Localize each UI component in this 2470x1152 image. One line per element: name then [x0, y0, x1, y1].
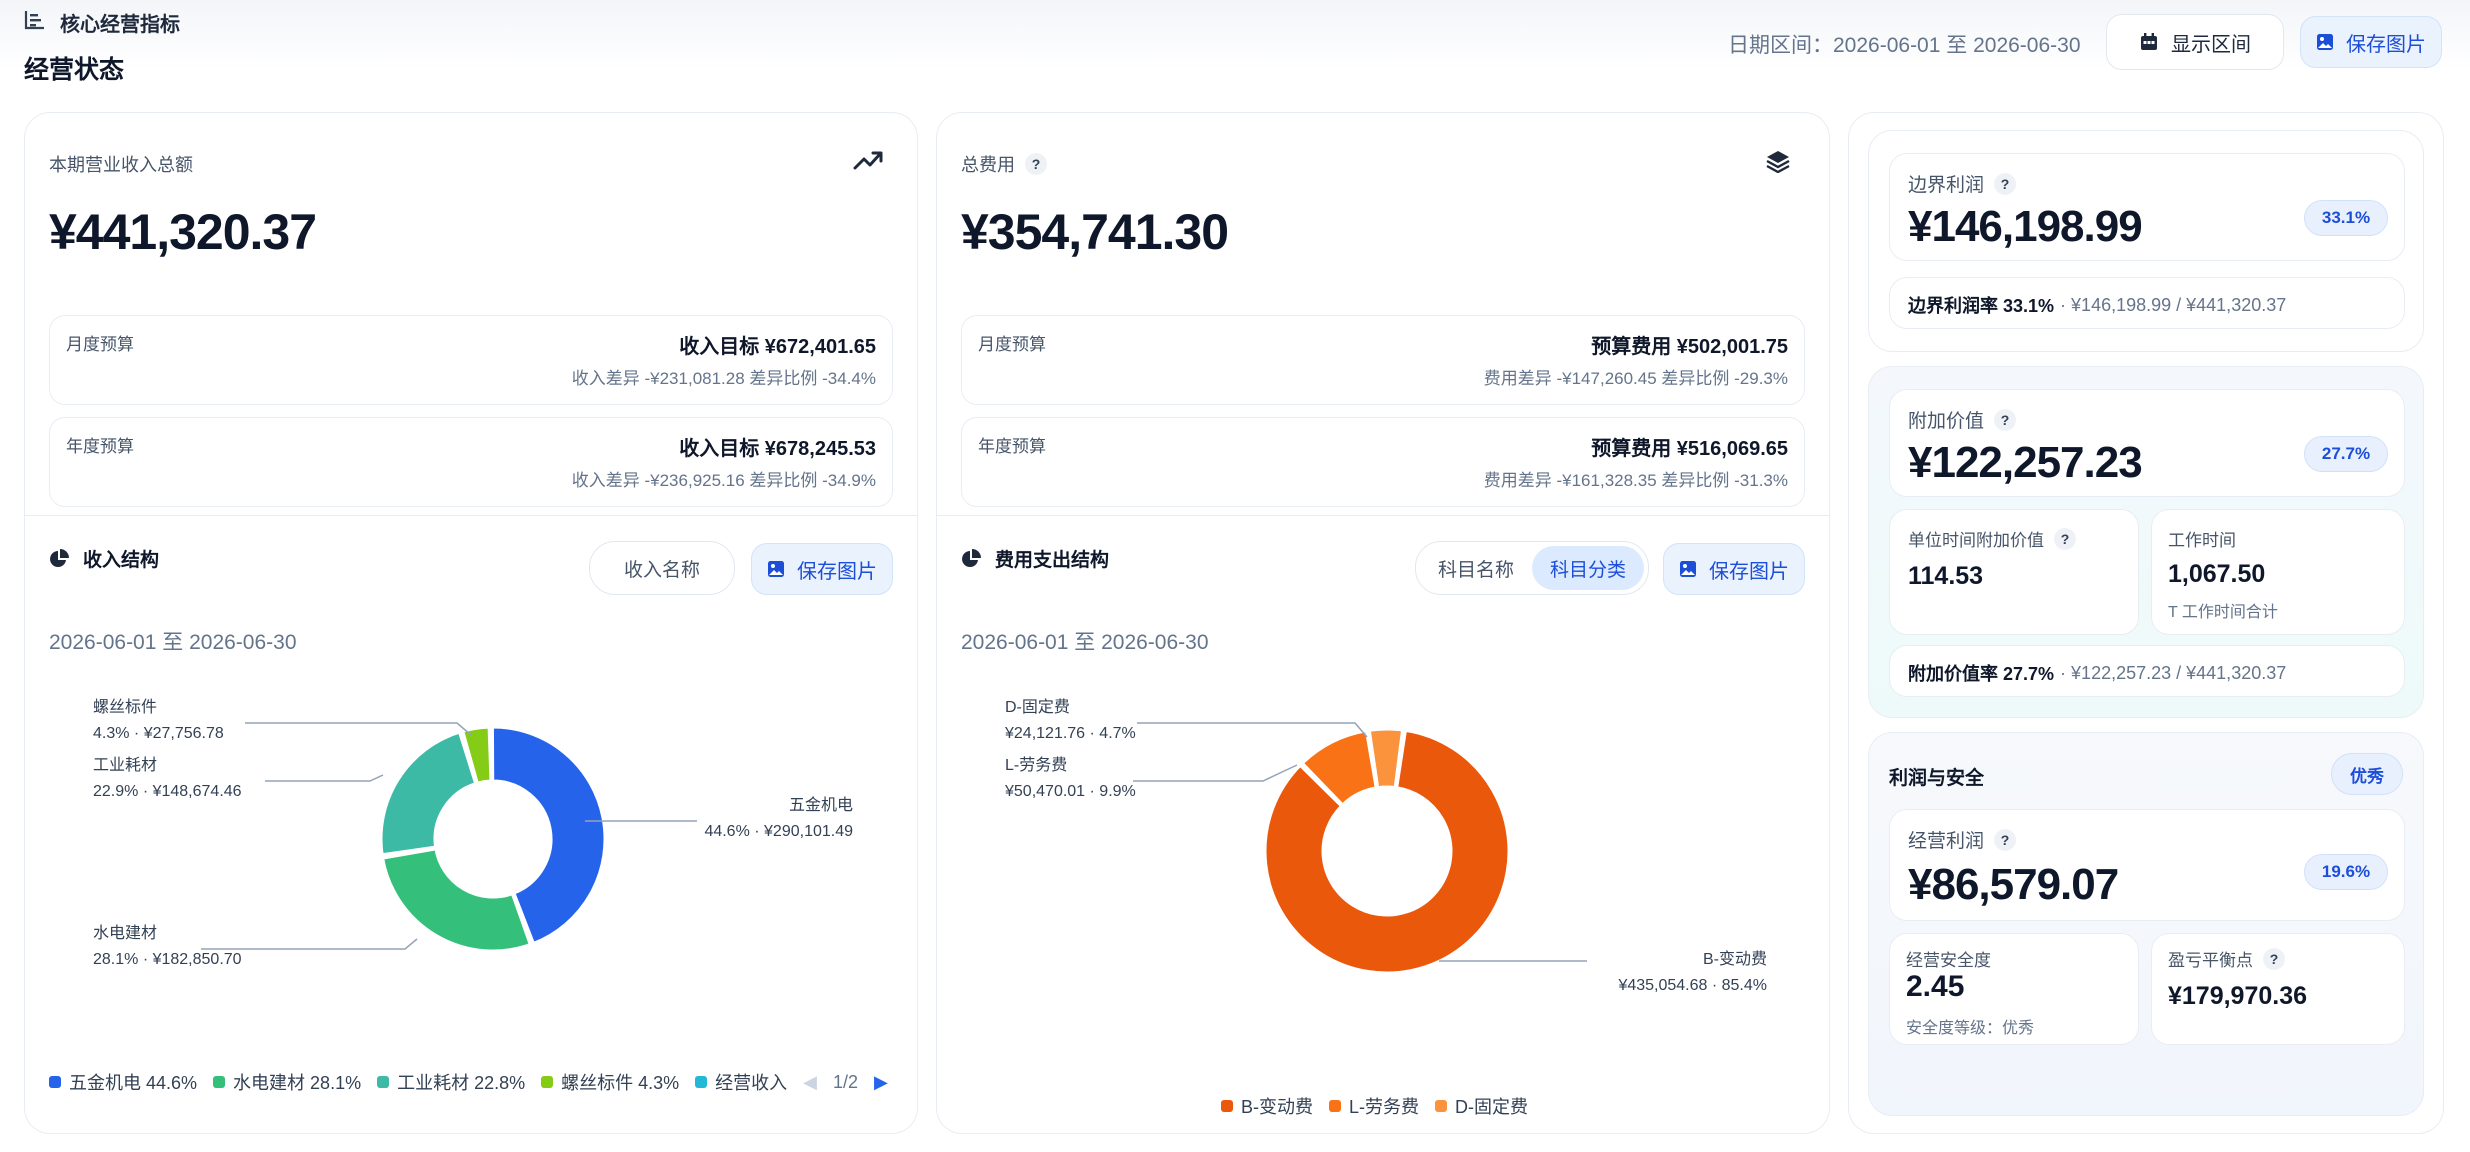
show-range-button[interactable]: 显示区间	[2106, 14, 2284, 70]
added-rate-detail: · ¥122,257.23 / ¥441,320.37	[2060, 662, 2287, 683]
callout-shuidian: 水电建材 28.1% · ¥182,850.70	[93, 925, 242, 968]
added-value-pill: 27.7%	[2304, 436, 2388, 472]
work-time-box: 工作时间 1,067.50 T 工作时间合计	[2151, 509, 2405, 635]
help-icon[interactable]: ?	[1994, 172, 2017, 195]
marginal-rate-detail: · ¥146,198.99 / ¥441,320.37	[2060, 294, 2287, 315]
breakeven-value: ¥179,970.36	[2168, 982, 2308, 1010]
legend-page: 1/2	[833, 1071, 859, 1092]
legend-item[interactable]: 五金机电 44.6%	[49, 1069, 197, 1095]
section-label: 核心经营指标	[60, 14, 180, 36]
leader-line	[1137, 722, 1368, 738]
callout-luosi: 螺丝标件 4.3% · ¥27,756.78	[93, 699, 224, 742]
leader-line	[265, 774, 384, 782]
profit-safety-badge: 优秀	[2331, 753, 2403, 795]
profit-safety-panel: 利润与安全 优秀 经营利润? ¥86,579.07 19.6% 经营安全度 2.…	[1868, 732, 2424, 1116]
date-range-text: 日期区间：2026-06-01 至 2026-06-30	[1728, 34, 2081, 57]
marginal-profit-label: 边界利润?	[1908, 170, 2017, 197]
save-image-button[interactable]: 保存图片	[2300, 16, 2442, 68]
revenue-legend: 五金机电 44.6% 水电建材 28.1% 工业耗材 22.8% 螺丝标件 4.…	[49, 1069, 888, 1095]
help-icon[interactable]: ?	[2054, 527, 2076, 550]
help-icon[interactable]: ?	[1994, 828, 2017, 851]
marginal-profit-panel: 边界利润? ¥146,198.99 33.1% 边界利润率 33.1% · ¥1…	[1868, 130, 2424, 352]
breakeven-box: 盈亏平衡点? ¥179,970.36	[2151, 933, 2405, 1045]
callout-wujin: 五金机电 44.6% · ¥290,101.49	[704, 797, 853, 840]
revenue-donut-chart	[201, 722, 697, 953]
legend-item[interactable]: 螺丝标件 4.3%	[541, 1069, 679, 1095]
callout-d-fixed: D-固定费 ¥24,121.76 · 4.7%	[1005, 699, 1136, 742]
marginal-rate-label: 边界利润率 33.1%	[1908, 296, 2055, 316]
op-profit-box: 经营利润? ¥86,579.07 19.6%	[1889, 809, 2405, 921]
expense-legend: B-变动费 L-劳务费 D-固定费	[1221, 1093, 1528, 1119]
added-value-label: 附加价值?	[1908, 406, 2017, 433]
legend-item[interactable]: B-变动费	[1221, 1093, 1313, 1119]
save-image-label: 保存图片	[2346, 33, 2426, 56]
legend-item[interactable]: 水电建材 28.1%	[213, 1069, 361, 1095]
donut-slice-1[interactable]	[381, 847, 532, 953]
callout-gongye: 工业耗材 22.9% · ¥148,674.46	[93, 757, 242, 800]
chart-bars-icon	[24, 10, 46, 30]
added-rate-row: 附加价值率 27.7% · ¥122,257.23 / ¥441,320.37	[1889, 645, 2405, 697]
help-icon[interactable]: ?	[2263, 947, 2285, 970]
safety-label: 经营安全度	[1906, 951, 1991, 970]
added-value-panel: 附加价值? ¥122,257.23 27.7% 单位时间附加价值? 114.53…	[1868, 366, 2424, 718]
legend-item[interactable]: 经营收入	[695, 1069, 787, 1095]
revenue-card: 本期营业收入总额 ¥441,320.37 月度预算 收入目标 ¥672,401.…	[24, 112, 918, 1134]
safety-note: 安全度等级：优秀	[1906, 1020, 2035, 1037]
work-time-label: 工作时间	[2168, 531, 2236, 550]
added-rate-label: 附加价值率 27.7%	[1908, 664, 2055, 684]
op-profit-label: 经营利润?	[1908, 826, 2017, 853]
help-icon[interactable]: ?	[1994, 408, 2017, 431]
added-value-value: ¥122,257.23	[1908, 438, 2143, 487]
added-value-box: 附加价值? ¥122,257.23 27.7%	[1889, 389, 2405, 497]
show-range-label: 显示区间	[2171, 33, 2251, 56]
breakeven-label: 盈亏平衡点?	[2168, 946, 2285, 971]
profit-safety-title: 利润与安全	[1889, 768, 1985, 789]
safety-box: 经营安全度 2.45 安全度等级：优秀	[1889, 933, 2139, 1045]
per-hour-value: 114.53	[1908, 562, 1984, 590]
marginal-profit-value: ¥146,198.99	[1908, 202, 2143, 251]
per-hour-box: 单位时间附加价值? 114.53	[1889, 509, 2139, 635]
callout-b-variable: B-变动费 ¥435,054.68 · 85.4%	[1618, 951, 1767, 994]
marginal-profit-pill: 33.1%	[2304, 200, 2388, 236]
marginal-rate-row: 边界利润率 33.1% · ¥146,198.99 / ¥441,320.37	[1889, 277, 2405, 329]
calendar-icon	[2141, 33, 2157, 50]
image-icon	[2317, 34, 2333, 50]
op-profit-pill: 19.6%	[2304, 854, 2388, 890]
legend-item[interactable]: D-固定费	[1435, 1093, 1528, 1119]
donut-slice-2[interactable]	[379, 730, 478, 857]
safety-value: 2.45	[1906, 970, 1965, 1003]
callout-l-labor: L-劳务费 ¥50,470.01 · 9.9%	[1005, 757, 1136, 800]
per-hour-label: 单位时间附加价值?	[1908, 526, 2076, 551]
leader-line	[245, 722, 472, 736]
legend-item[interactable]: 工业耗材 22.8%	[377, 1069, 525, 1095]
op-profit-value: ¥86,579.07	[1908, 860, 2119, 909]
expense-card: 总费用? ¥354,741.30 月度预算 预算费用 ¥502,001.75 费…	[936, 112, 1830, 1134]
legend-next-icon[interactable]: ▶	[874, 1072, 888, 1093]
page-title: 经营状态	[24, 56, 125, 84]
work-time-note: T 工作时间合计	[2168, 604, 2278, 621]
leader-line	[1133, 764, 1298, 782]
legend-item[interactable]: L-劳务费	[1329, 1093, 1419, 1119]
legend-prev-icon[interactable]: ◀	[803, 1072, 817, 1093]
work-time-value: 1,067.50	[2168, 560, 2266, 588]
marginal-profit-box: 边界利润? ¥146,198.99 33.1%	[1889, 153, 2405, 261]
